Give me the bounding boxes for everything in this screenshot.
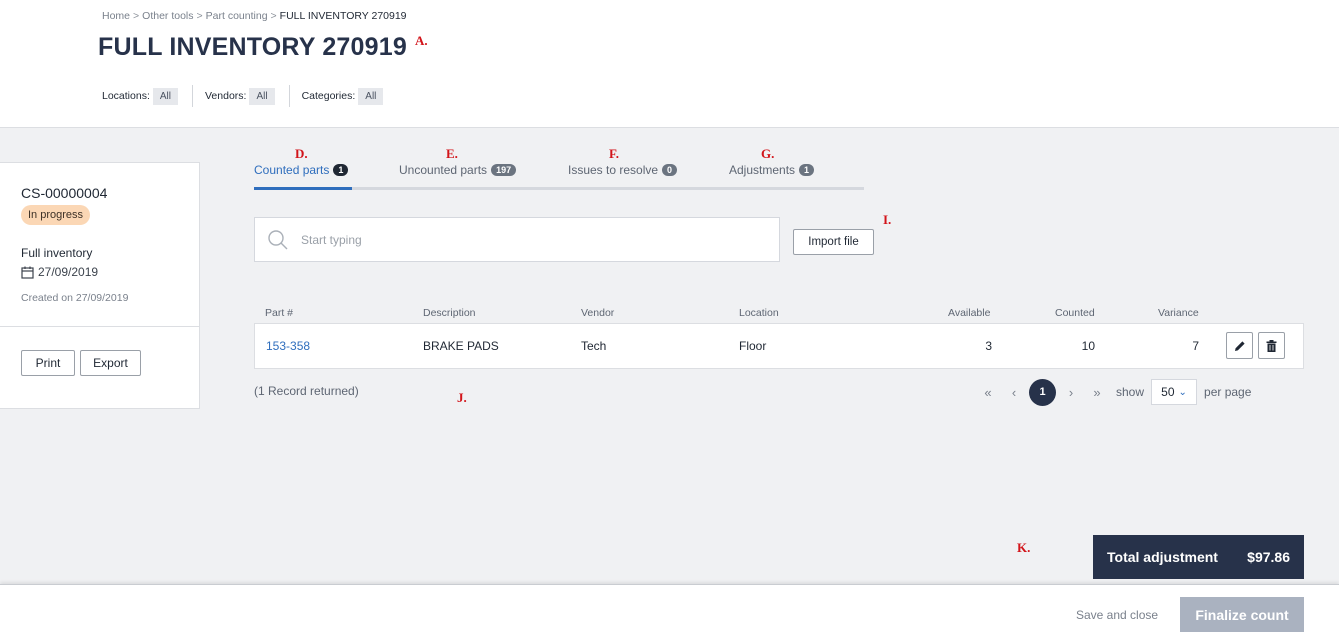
- status-badge: In progress: [21, 205, 91, 225]
- annotation-j: J.: [457, 390, 467, 405]
- annotation-a: A.: [415, 33, 428, 48]
- import-file-button[interactable]: Import file: [793, 229, 874, 255]
- filter-locations-value[interactable]: All: [152, 87, 178, 105]
- pagination: « ‹ 1 › » show 50 ⌄ per page: [975, 378, 1251, 406]
- part-available: 3: [985, 339, 992, 353]
- part-number-link[interactable]: 153-358: [266, 339, 310, 353]
- print-button[interactable]: Print: [21, 350, 75, 376]
- per-page-label: per page: [1204, 385, 1252, 399]
- export-button[interactable]: Export: [80, 350, 141, 376]
- footer-bar: Save and close Finalize count: [0, 584, 1339, 635]
- tab-issues-to-resolve[interactable]: Issues to resolve 0: [568, 163, 678, 177]
- breadcrumb-part-counting[interactable]: Part counting: [206, 10, 268, 22]
- column-header-available[interactable]: Available: [948, 307, 990, 319]
- calendar-icon: [21, 266, 34, 279]
- save-and-close-button[interactable]: Save and close: [1076, 608, 1158, 622]
- delete-button[interactable]: [1258, 332, 1285, 359]
- column-header-description[interactable]: Description: [423, 307, 476, 319]
- tab-count-badge: 0: [662, 164, 678, 176]
- breadcrumb-home[interactable]: Home: [102, 10, 130, 22]
- annotation-k: K.: [1017, 540, 1031, 555]
- per-page-value: 50: [1161, 385, 1175, 399]
- inventory-type: Full inventory: [21, 246, 93, 260]
- filter-vendors-value[interactable]: All: [249, 87, 275, 105]
- filter-locations: Locations: All: [102, 85, 193, 107]
- breadcrumb-current: FULL INVENTORY 270919: [279, 10, 407, 22]
- page-header: Home > Other tools > Part counting > FULL INVE…: [0, 0, 1339, 128]
- edit-button[interactable]: [1226, 332, 1253, 359]
- filter-categories: Categories: All: [302, 85, 398, 107]
- tab-count-badge: 1: [799, 164, 815, 176]
- trash-icon: [1266, 339, 1277, 352]
- filter-vendors: Vendors: All: [205, 85, 290, 107]
- filter-locations-label: Locations:: [102, 90, 150, 102]
- tab-label: Issues to resolve: [568, 163, 659, 177]
- tab-counted-parts[interactable]: Counted parts 1: [254, 163, 349, 177]
- count-sheet-id: CS-00000004: [21, 185, 108, 201]
- part-vendor: Tech: [581, 339, 607, 353]
- total-adjustment-label: Total adjustment: [1107, 549, 1218, 565]
- last-page-button[interactable]: »: [1084, 378, 1110, 406]
- annotation-i: I.: [883, 212, 892, 227]
- tab-uncounted-parts[interactable]: Uncounted parts 197: [399, 163, 517, 177]
- tab-label: Adjustments: [729, 163, 796, 177]
- table-row: 153-358 BRAKE PADS Tech Floor 3 10 7: [254, 323, 1304, 369]
- column-header-variance[interactable]: Variance: [1158, 307, 1199, 319]
- breadcrumb-separator: >: [196, 10, 203, 22]
- records-count: (1 Record returned): [254, 384, 359, 398]
- tab-label: Counted parts: [254, 163, 330, 177]
- page-title: FULL INVENTORY 270919: [98, 33, 407, 61]
- breadcrumb: Home > Other tools > Part counting > FULL INVE…: [102, 10, 407, 22]
- tab-count-badge: 1: [333, 164, 349, 176]
- tab-label: Uncounted parts: [399, 163, 488, 177]
- filter-categories-label: Categories:: [301, 90, 356, 102]
- active-tab-indicator: [254, 187, 352, 190]
- count-sheet-card: CS-00000004 In progress Full inventory 2…: [0, 162, 200, 409]
- first-page-button[interactable]: «: [975, 378, 1001, 406]
- inventory-date-value: 27/09/2019: [38, 265, 99, 279]
- chevron-down-icon: ⌄: [1178, 386, 1187, 398]
- prev-page-button[interactable]: ‹: [1001, 378, 1027, 406]
- inventory-date: 27/09/2019: [21, 265, 98, 279]
- search-box: [254, 217, 780, 262]
- total-adjustment-value: $97.86: [1247, 549, 1290, 565]
- column-header-location[interactable]: Location: [739, 307, 779, 319]
- filter-categories-value[interactable]: All: [358, 87, 384, 105]
- tab-count-badge: 197: [491, 164, 517, 176]
- tab-bar: Counted parts 1 Uncounted parts 197 Issu…: [254, 160, 864, 190]
- pencil-icon: [1234, 340, 1245, 351]
- column-header-part[interactable]: Part #: [265, 307, 293, 319]
- created-date: Created on 27/09/2019: [21, 292, 129, 304]
- part-counted: 10: [1081, 339, 1095, 353]
- tab-adjustments[interactable]: Adjustments 1: [729, 163, 815, 177]
- search-input[interactable]: [301, 232, 701, 247]
- part-location: Floor: [739, 339, 767, 353]
- show-label: show: [1116, 385, 1145, 399]
- next-page-button[interactable]: ›: [1058, 378, 1084, 406]
- per-page-select[interactable]: 50 ⌄: [1151, 379, 1198, 405]
- breadcrumb-separator: >: [133, 10, 140, 22]
- total-adjustment-box: Total adjustment $97.86: [1093, 535, 1304, 579]
- breadcrumb-other-tools[interactable]: Other tools: [142, 10, 193, 22]
- column-header-vendor[interactable]: Vendor: [581, 307, 614, 319]
- part-variance: 7: [1192, 339, 1199, 353]
- card-divider: [0, 326, 200, 327]
- page-1-button[interactable]: 1: [1029, 378, 1056, 406]
- finalize-count-button[interactable]: Finalize count: [1180, 597, 1304, 632]
- column-header-counted[interactable]: Counted: [1055, 307, 1095, 319]
- part-description: BRAKE PADS: [423, 339, 499, 353]
- search-icon: [268, 229, 288, 249]
- filter-bar: Locations: All Vendors: All Categories: …: [102, 85, 409, 107]
- breadcrumb-separator: >: [270, 10, 277, 22]
- filter-vendors-label: Vendors:: [205, 90, 247, 102]
